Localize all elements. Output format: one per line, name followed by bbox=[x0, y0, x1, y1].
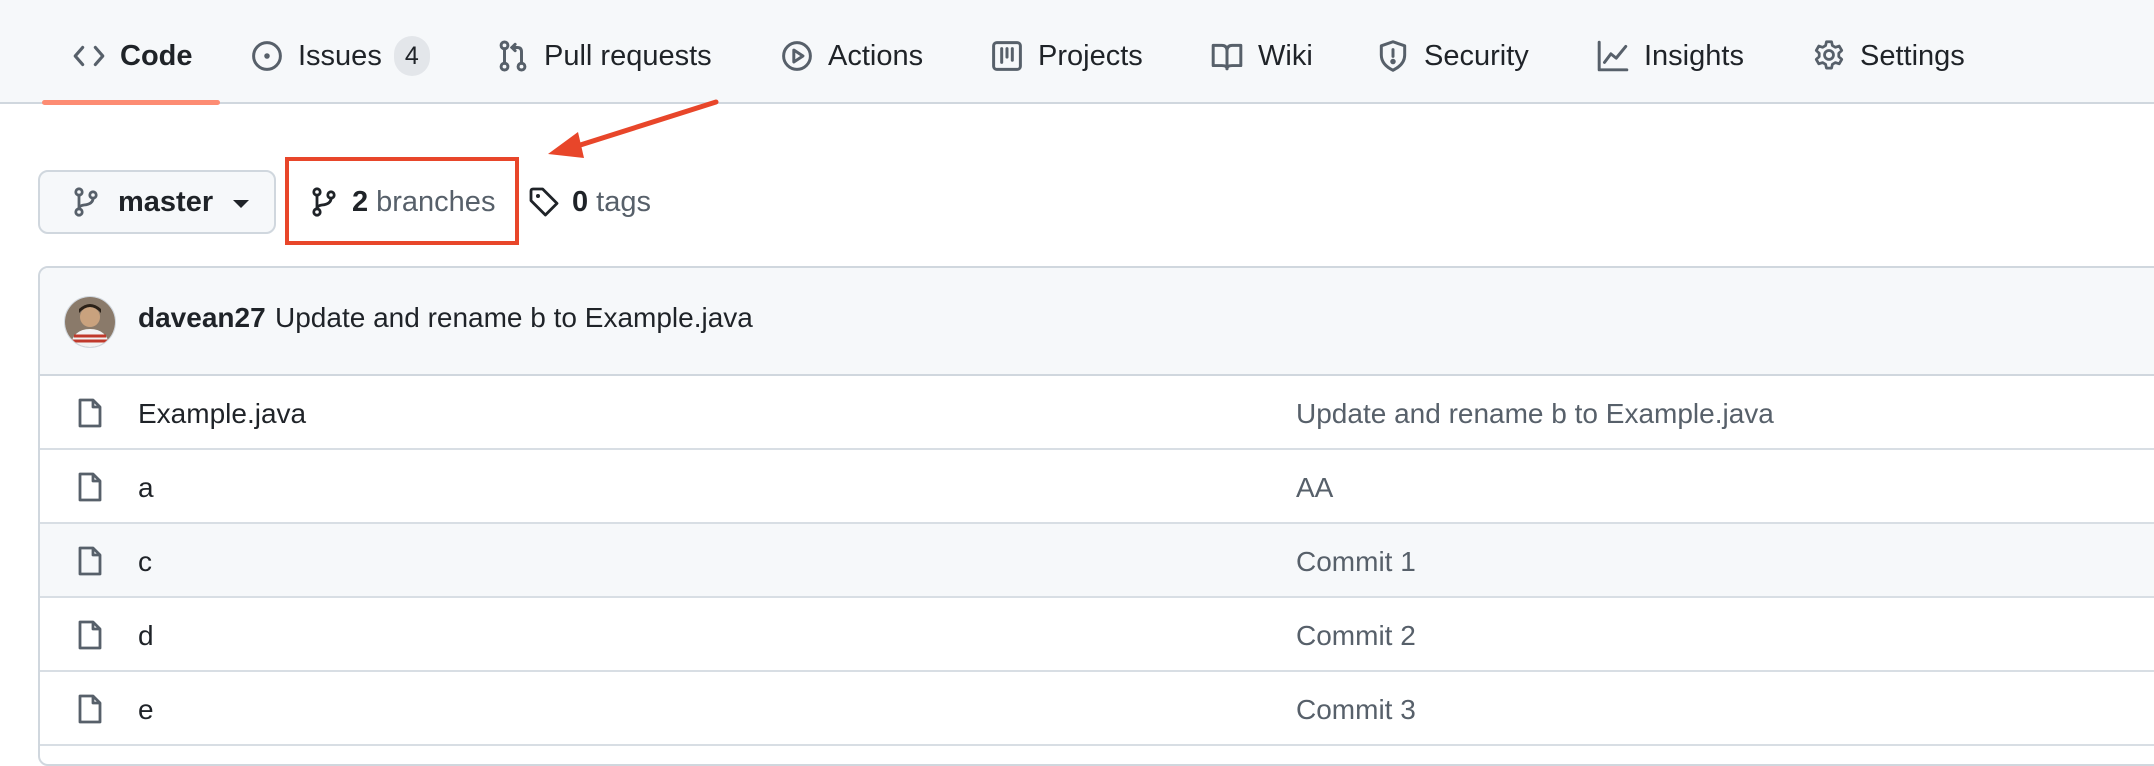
file-commit-link[interactable]: Update and rename b to Example.java bbox=[1296, 398, 1774, 430]
tab-code[interactable]: Code bbox=[72, 18, 193, 94]
tag-icon bbox=[529, 187, 559, 217]
branches-label: branches bbox=[376, 185, 496, 218]
tags-count: 0 bbox=[572, 185, 589, 218]
commit-author-link[interactable]: davean27 bbox=[138, 302, 266, 334]
git-pull-request-icon bbox=[499, 40, 527, 72]
file-row[interactable]: c Commit 1 bbox=[40, 524, 2154, 598]
file-name-link[interactable]: e bbox=[138, 694, 154, 726]
tab-label: Wiki bbox=[1258, 39, 1313, 72]
tab-label: Insights bbox=[1644, 39, 1744, 72]
issue-opened-icon bbox=[252, 41, 282, 71]
issues-count-badge: 4 bbox=[393, 36, 430, 76]
tab-settings[interactable]: Settings bbox=[1812, 18, 1965, 94]
file-name-link[interactable]: d bbox=[138, 620, 154, 652]
tab-projects[interactable]: Projects bbox=[990, 18, 1143, 94]
tags-label: tags bbox=[596, 185, 651, 218]
file-row[interactable]: e Commit 3 bbox=[40, 672, 2154, 746]
gear-icon bbox=[1814, 40, 1844, 70]
book-icon bbox=[1211, 43, 1243, 71]
file-row[interactable]: a AA bbox=[40, 450, 2154, 524]
tab-label: Settings bbox=[1860, 39, 1965, 72]
tab-label: Projects bbox=[1038, 39, 1143, 72]
file-icon bbox=[78, 546, 102, 576]
tab-actions[interactable]: Actions bbox=[780, 18, 923, 94]
git-branch-icon bbox=[74, 187, 98, 217]
latest-commit-header: davean27 Update and rename b to Example.… bbox=[40, 268, 2154, 376]
annotation-arrow-icon bbox=[548, 99, 719, 158]
repo-nav: Code Issues 4 Pull requests Actions Proj… bbox=[0, 0, 2154, 105]
current-branch-name: master bbox=[118, 185, 214, 218]
file-name-link[interactable]: c bbox=[138, 546, 152, 578]
file-list: davean27 Update and rename b to Example.… bbox=[38, 266, 2154, 766]
caret-down-icon bbox=[233, 200, 250, 208]
tab-insights[interactable]: Insights bbox=[1596, 18, 1744, 94]
file-commit-link[interactable]: Commit 1 bbox=[1296, 546, 1416, 578]
file-icon bbox=[78, 620, 102, 650]
file-icon bbox=[78, 398, 102, 428]
file-row[interactable]: Example.java Update and rename b to Exam… bbox=[40, 376, 2154, 450]
git-branch-icon bbox=[312, 187, 336, 217]
branches-link[interactable]: 2 branches bbox=[308, 178, 495, 226]
graph-icon bbox=[1597, 40, 1629, 72]
tab-label: Pull requests bbox=[544, 39, 712, 72]
table-icon bbox=[992, 41, 1022, 71]
branch-select-button[interactable]: master bbox=[38, 170, 276, 234]
commit-message-link[interactable]: Update and rename b to Example.java bbox=[275, 302, 753, 334]
tab-wiki[interactable]: Wiki bbox=[1210, 18, 1313, 94]
file-name-link[interactable]: Example.java bbox=[138, 398, 306, 430]
selected-tab-underline bbox=[42, 100, 220, 105]
branches-count: 2 bbox=[352, 185, 369, 218]
file-icon bbox=[78, 472, 102, 502]
tab-security[interactable]: Security bbox=[1376, 18, 1529, 94]
tab-label: Security bbox=[1424, 39, 1529, 72]
tags-link[interactable]: 0 tags bbox=[528, 178, 651, 226]
tab-label: Actions bbox=[828, 39, 924, 72]
tab-issues[interactable]: Issues 4 bbox=[250, 18, 430, 94]
tab-label: Issues bbox=[298, 39, 382, 72]
file-commit-link[interactable]: Commit 2 bbox=[1296, 620, 1416, 652]
avatar-image bbox=[65, 297, 115, 347]
file-commit-link[interactable]: Commit 3 bbox=[1296, 694, 1416, 726]
file-name-link[interactable]: a bbox=[138, 472, 154, 504]
file-icon bbox=[78, 694, 102, 724]
tab-label: Code bbox=[120, 39, 193, 72]
avatar[interactable] bbox=[64, 296, 116, 348]
file-row[interactable]: d Commit 2 bbox=[40, 598, 2154, 672]
file-commit-link[interactable]: AA bbox=[1296, 472, 1333, 504]
play-icon bbox=[782, 41, 812, 71]
code-icon bbox=[73, 45, 105, 67]
shield-icon bbox=[1379, 40, 1407, 72]
tab-pull-requests[interactable]: Pull requests bbox=[496, 18, 712, 94]
